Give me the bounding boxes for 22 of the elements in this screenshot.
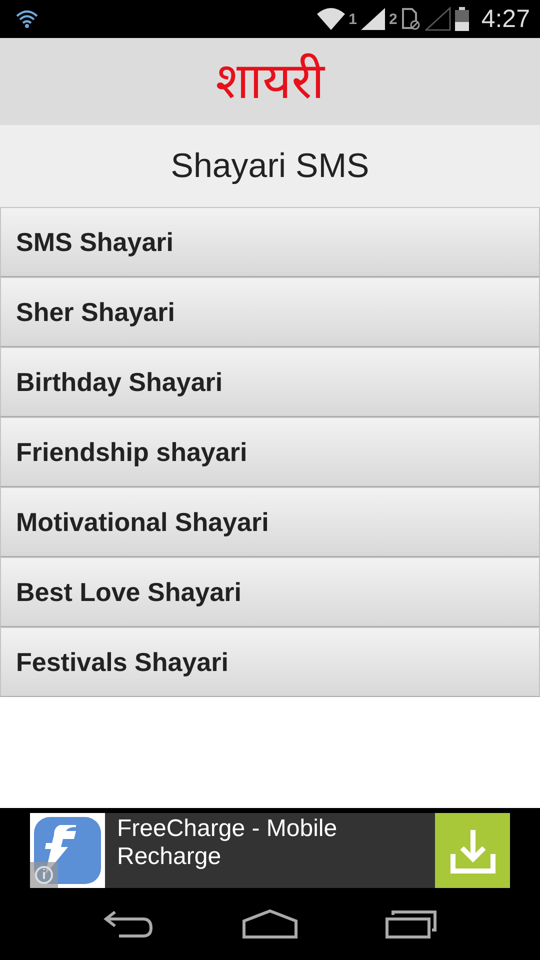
wifi-icon bbox=[316, 8, 345, 30]
category-button[interactable]: Sher Shayari bbox=[0, 277, 540, 347]
back-icon[interactable] bbox=[103, 909, 156, 939]
sim-number: 2 bbox=[388, 10, 398, 28]
category-button[interactable]: Best Love Shayari bbox=[0, 557, 540, 627]
ad-title: FreeCharge - Mobile Recharge bbox=[116, 814, 338, 872]
sim-card-icon bbox=[401, 7, 422, 31]
home-icon[interactable] bbox=[242, 909, 298, 939]
wifi-icon bbox=[16, 9, 38, 29]
signal-icon bbox=[360, 8, 385, 30]
category-button[interactable]: Motivational Shayari bbox=[0, 487, 540, 557]
recent-apps-icon[interactable] bbox=[384, 909, 437, 939]
category-button[interactable]: SMS Shayari bbox=[0, 207, 540, 277]
category-button[interactable]: Festivals Shayari bbox=[0, 627, 540, 697]
battery-icon bbox=[455, 7, 470, 31]
category-button[interactable]: Friendship shayari bbox=[0, 417, 540, 487]
sim-number: 1 bbox=[348, 10, 357, 28]
app-logo: शायरी bbox=[214, 51, 326, 112]
clock: 4:27 bbox=[481, 4, 530, 34]
category-button[interactable]: Birthday Shayari bbox=[0, 347, 540, 417]
signal-icon bbox=[425, 7, 452, 31]
page-title: Shayari SMS bbox=[170, 146, 370, 186]
